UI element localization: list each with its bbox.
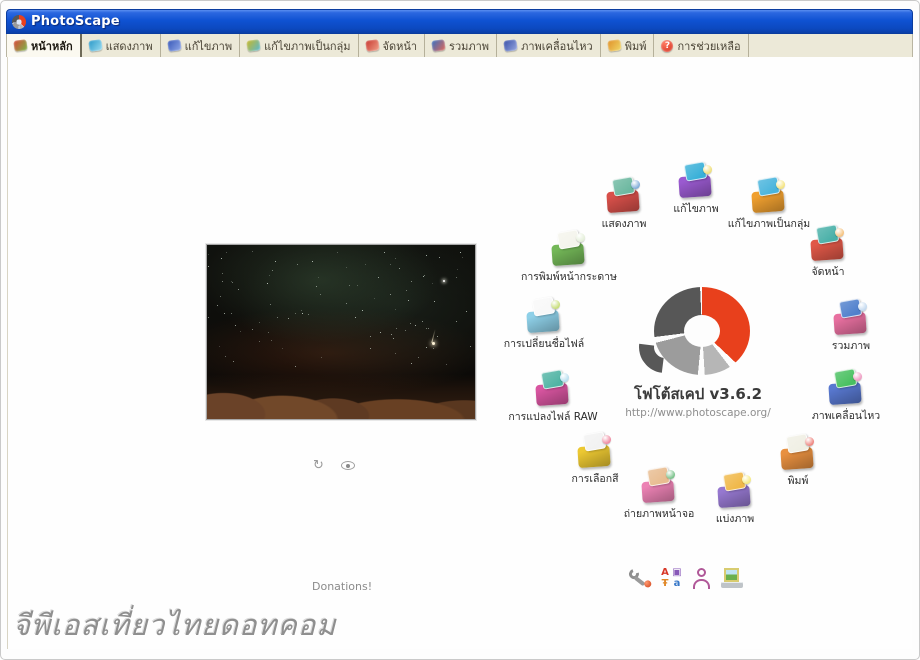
user-icon[interactable] [692, 568, 712, 589]
photo-view-icon[interactable] [341, 461, 355, 470]
tab-label: การช่วยเหลือ [677, 37, 740, 55]
photoscape-center-logo [646, 287, 750, 377]
module-label: ถ่ายภาพหน้าจอ [599, 505, 719, 522]
bright-star [443, 280, 445, 282]
tab-label: หน้าหลัก [31, 37, 73, 55]
splitter-icon [716, 472, 754, 508]
tab-viewer[interactable]: แสดงภาพ [82, 34, 161, 57]
color-picker-icon [576, 432, 614, 468]
help-tab-icon: ? [661, 40, 673, 52]
window-title: PhotoScape [31, 14, 120, 29]
tab-home[interactable]: หน้าหลัก [7, 34, 82, 57]
module-batch-editor[interactable]: แก้ไขภาพเป็นกลุ่ม [709, 177, 829, 232]
animated-gif-icon [827, 369, 865, 405]
tab-print[interactable]: พิมพ์ [601, 34, 655, 57]
module-page[interactable]: จัดหน้า [768, 225, 888, 280]
print-tab-icon [607, 39, 621, 52]
tab-animated-gif[interactable]: ภาพเคลื่อนไหว [497, 34, 601, 57]
footer-icons: A ▣ Ŧ a [629, 567, 743, 589]
language-icon[interactable]: A ▣ Ŧ a [659, 567, 683, 589]
title-bar[interactable]: PhotoScape [6, 9, 913, 34]
module-label: ภาพเคลื่อนไหว [786, 407, 906, 424]
photo-refresh-icon[interactable]: ↻ [313, 459, 324, 472]
tab-batch-editor[interactable]: แก้ไขภาพเป็นกลุ่ม [240, 34, 358, 57]
photo-rocks [207, 357, 475, 419]
photoscape-window: PhotoScape หน้าหลัก แสดงภาพ แก้ไขภาพ แก้… [0, 0, 920, 660]
module-animated-gif[interactable]: ภาพเคลื่อนไหว [786, 369, 906, 424]
combine-tab-icon [431, 39, 445, 52]
raw-converter-icon [534, 370, 572, 406]
batch-editor-icon [750, 177, 788, 213]
module-color-picker[interactable]: การเลือกสี [535, 432, 655, 487]
module-label: รวมภาพ [791, 337, 911, 354]
watermark-text: จีพีเอสเที่ยวไทยดอทคอม [13, 602, 336, 648]
app-name-version: โฟโต้สเคป v3.6.2 [588, 382, 808, 406]
sample-photo[interactable] [206, 244, 476, 420]
module-raw-converter[interactable]: การแปลงไฟล์ RAW [493, 370, 613, 425]
photo-stars [207, 245, 208, 246]
batch-editor-tab-icon [246, 39, 260, 52]
logo-donut-hole [684, 315, 720, 347]
rename-icon [525, 297, 563, 333]
paper-print-icon [550, 230, 588, 266]
module-label: การพิมพ์หน้ากระดาษ [509, 268, 629, 285]
home-tab-icon [13, 39, 27, 52]
module-combine[interactable]: รวมภาพ [791, 299, 911, 354]
animated-gif-tab-icon [503, 39, 517, 52]
photoscape-logo-icon [12, 15, 26, 29]
combine-icon [832, 299, 870, 335]
settings-wrench-icon[interactable] [627, 566, 652, 591]
viewer-tab-icon [88, 39, 102, 52]
print-icon [779, 434, 817, 470]
tab-label: จัดหน้า [383, 37, 418, 55]
module-label: การแปลงไฟล์ RAW [493, 408, 613, 425]
module-label: จัดหน้า [768, 263, 888, 280]
donations-link[interactable]: Donations! [312, 580, 372, 593]
website-link[interactable]: http://www.photoscape.org/ [588, 407, 808, 419]
tab-label: พิมพ์ [625, 37, 647, 55]
page-tab-icon [365, 39, 379, 52]
tab-combine[interactable]: รวมภาพ [425, 34, 497, 57]
tab-page[interactable]: จัดหน้า [359, 34, 426, 57]
tab-editor[interactable]: แก้ไขภาพ [161, 34, 240, 57]
module-label: การเปลี่ยนชื่อไฟล์ [484, 335, 604, 352]
tab-label: แก้ไขภาพเป็นกลุ่ม [264, 37, 350, 55]
module-label: การเลือกสี [535, 470, 655, 487]
page-icon [809, 225, 847, 261]
module-paper-print[interactable]: การพิมพ์หน้ากระดาษ [509, 230, 629, 285]
photo-controls: ↻ [313, 459, 355, 472]
main-tab-bar: หน้าหลัก แสดงภาพ แก้ไขภาพ แก้ไขภาพเป็นกล… [6, 34, 913, 57]
module-rename[interactable]: การเปลี่ยนชื่อไฟล์ [484, 297, 604, 352]
tab-label: ภาพเคลื่อนไหว [521, 37, 593, 55]
tab-label: แก้ไขภาพ [185, 37, 232, 55]
editor-tab-icon [167, 39, 181, 52]
wallpaper-icon[interactable] [721, 568, 743, 588]
logo-caption: โฟโต้สเคป v3.6.2 http://www.photoscape.o… [588, 382, 808, 419]
tab-help[interactable]: ? การช่วยเหลือ [654, 34, 748, 57]
tab-label: รวมภาพ [449, 37, 489, 55]
tab-label: แสดงภาพ [106, 37, 153, 55]
